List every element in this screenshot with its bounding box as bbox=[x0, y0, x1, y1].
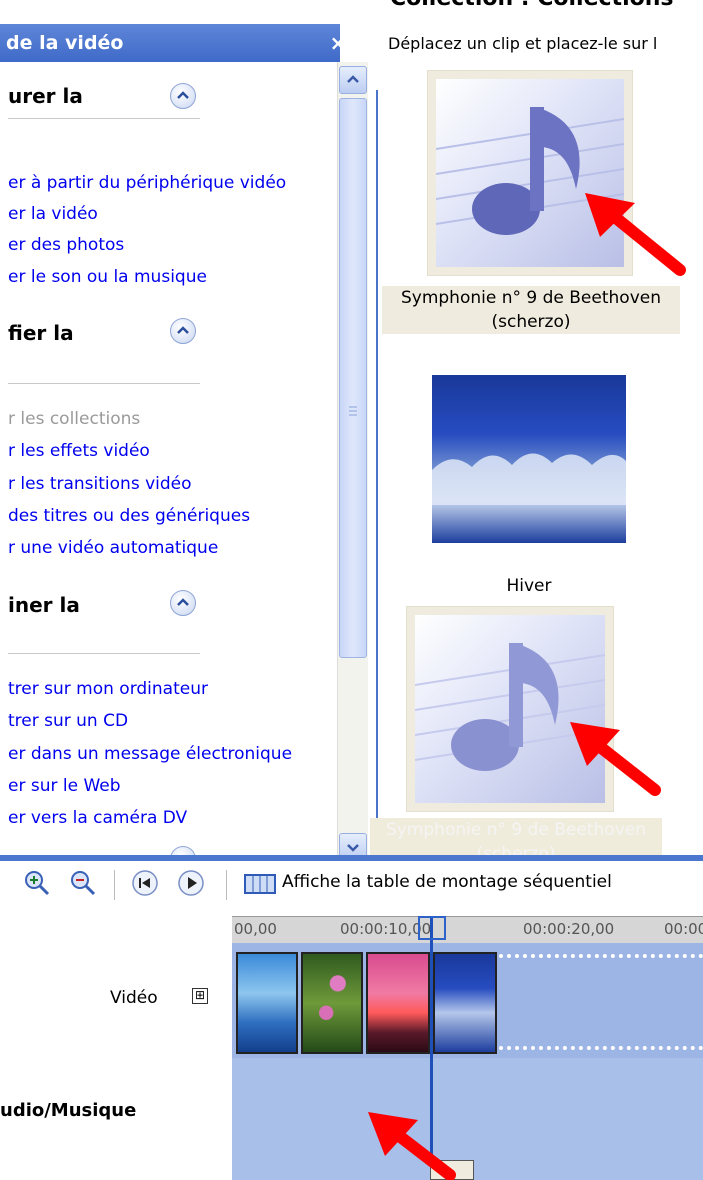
playhead-handle[interactable] bbox=[418, 916, 446, 940]
pane-scrollbar[interactable] bbox=[337, 62, 368, 861]
link-video-transitions[interactable]: r les transitions vidéo bbox=[8, 474, 192, 494]
zoom-in-icon[interactable] bbox=[22, 868, 52, 898]
video-clip-winter[interactable] bbox=[433, 952, 497, 1054]
toolbar-separator bbox=[226, 870, 227, 900]
scroll-thumb[interactable] bbox=[339, 98, 367, 658]
collapse-chevron-icon[interactable] bbox=[170, 590, 196, 616]
timeline-ruler[interactable] bbox=[232, 916, 703, 944]
expand-track-button[interactable]: ⊞ bbox=[192, 988, 208, 1004]
link-import-audio[interactable]: er le son ou la musique bbox=[8, 267, 207, 287]
play-icon[interactable] bbox=[176, 868, 206, 898]
red-arrow-icon bbox=[368, 1112, 456, 1180]
collapse-chevron-icon[interactable] bbox=[170, 83, 196, 109]
red-arrow-icon bbox=[570, 722, 661, 796]
link-send-dv-camera[interactable]: er vers la caméra DV bbox=[8, 808, 187, 828]
link-automovie[interactable]: r une vidéo automatique bbox=[8, 538, 218, 558]
video-track-label: Vidéo bbox=[110, 988, 158, 1008]
section-capture-title[interactable]: urer la bbox=[8, 84, 83, 108]
link-save-computer[interactable]: trer sur mon ordinateur bbox=[8, 679, 208, 699]
movie-tasks-pane: de la vidéo × urer la er à partir du pér… bbox=[0, 0, 340, 855]
link-import-video[interactable]: er la vidéo bbox=[8, 204, 98, 224]
section-finish-title[interactable]: iner la bbox=[8, 593, 80, 617]
link-view-collections: r les collections bbox=[8, 409, 141, 429]
link-import-photos[interactable]: er des photos bbox=[8, 235, 124, 255]
panel-border bbox=[376, 90, 378, 860]
section-divider bbox=[8, 118, 200, 119]
audio-track-label: udio/Musique bbox=[0, 1100, 137, 1121]
section-divider bbox=[8, 383, 200, 384]
storyboard-icon[interactable] bbox=[244, 872, 276, 896]
link-titles-credits[interactable]: des titres ou des génériques bbox=[8, 506, 250, 526]
link-send-web[interactable]: er sur le Web bbox=[8, 776, 121, 796]
link-send-email[interactable]: er dans un message électronique bbox=[8, 744, 292, 764]
pane-title: de la vidéo bbox=[0, 24, 340, 62]
section-edit-title[interactable]: fier la bbox=[8, 321, 74, 345]
link-video-effects[interactable]: r les effets vidéo bbox=[8, 441, 150, 461]
collection-panel: Collection : Collections Déplacez un cli… bbox=[370, 0, 703, 860]
tick-label: 00:00 bbox=[664, 920, 703, 938]
video-clip-sunset[interactable] bbox=[366, 952, 430, 1054]
section-divider bbox=[8, 653, 200, 654]
collection-hint: Déplacez un clip et placez-le sur l bbox=[388, 34, 658, 53]
toolbar-separator bbox=[114, 870, 115, 900]
drop-zone-placeholder[interactable] bbox=[499, 954, 703, 1050]
rewind-icon[interactable] bbox=[130, 868, 160, 898]
storyboard-toggle-label[interactable]: Affiche la table de montage séquentiel bbox=[282, 872, 612, 892]
collapse-chevron-icon[interactable] bbox=[170, 318, 196, 344]
tick-label: 00,00 bbox=[234, 920, 277, 938]
link-save-cd[interactable]: trer sur un CD bbox=[8, 711, 128, 731]
scroll-up-button[interactable] bbox=[339, 66, 367, 94]
video-clip-water-lilies[interactable] bbox=[301, 952, 363, 1054]
collection-title: Collection : Collections bbox=[390, 0, 674, 11]
red-arrow-icon bbox=[585, 193, 686, 276]
link-capture-device[interactable]: er à partir du périphérique vidéo bbox=[8, 173, 286, 193]
tick-label: 00:00:20,00 bbox=[523, 920, 615, 938]
collection-item-caption: Hiver bbox=[506, 576, 552, 596]
video-clip-blue-hills[interactable] bbox=[236, 952, 298, 1054]
collapse-chevron-icon[interactable] bbox=[170, 846, 196, 855]
collection-item-winter[interactable] bbox=[432, 375, 626, 543]
zoom-out-icon[interactable] bbox=[68, 868, 98, 898]
close-pane-button[interactable]: × bbox=[326, 24, 340, 62]
